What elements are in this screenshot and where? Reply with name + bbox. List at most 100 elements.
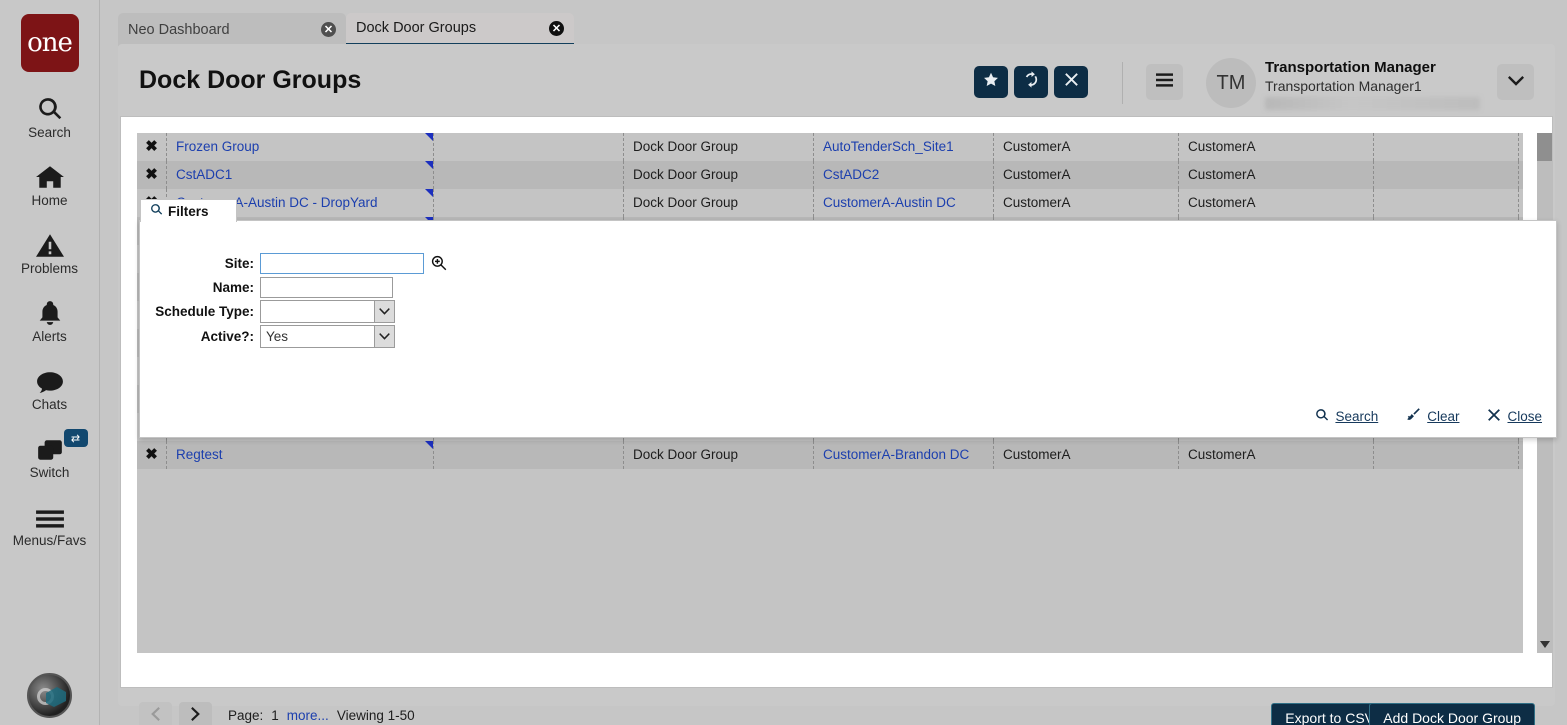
name-link[interactable]: Frozen Group: [176, 139, 259, 154]
filter-close-link[interactable]: Close: [1487, 408, 1542, 425]
user-menu-button[interactable]: [1497, 64, 1534, 100]
filters-tab[interactable]: Filters: [140, 199, 237, 222]
app-logo[interactable]: one: [21, 14, 79, 72]
cell-name: Frozen Group: [167, 133, 434, 161]
filter-search-link[interactable]: Search: [1315, 408, 1378, 425]
add-dock-door-group-button[interactable]: Add Dock Door Group: [1369, 703, 1535, 725]
next-page-button[interactable]: [179, 702, 212, 725]
filter-clear-link[interactable]: Clear: [1406, 407, 1459, 425]
site-link[interactable]: CstADC2: [823, 167, 879, 182]
filters-panel: Filters Site: Name: Schedule Type:: [139, 220, 1557, 438]
refresh-button[interactable]: [1014, 66, 1048, 98]
page-header: Dock Door Groups: [118, 44, 1555, 116]
site-link[interactable]: CustomerA-Austin DC: [823, 195, 956, 210]
cell-site: CustomerA-Brandon DC: [814, 441, 994, 469]
table-row[interactable]: ✖CustomerA-Austin DC - DropYardDock Door…: [137, 189, 1523, 217]
table-row[interactable]: ✖RegtestDock Door GroupCustomerA-Brandon…: [137, 441, 1523, 469]
rail-label: Home: [31, 193, 67, 208]
schedule-type-select[interactable]: [260, 300, 395, 323]
scroll-down-icon[interactable]: [1537, 636, 1552, 653]
table-row[interactable]: ✖CstADC1Dock Door GroupCstADC2CustomerAC…: [137, 161, 1523, 189]
rail-item-search[interactable]: Search: [0, 92, 100, 140]
tab-close-icon[interactable]: ✕: [549, 21, 564, 36]
ent1-text: CustomerA: [1003, 195, 1071, 210]
type-text: Dock Door Group: [633, 195, 738, 210]
tab-close-icon[interactable]: ✕: [321, 22, 336, 37]
header-menu-button[interactable]: [1146, 64, 1183, 100]
more-pages-link[interactable]: more...: [287, 708, 329, 723]
filter-clear-label: Clear: [1427, 409, 1459, 424]
delete-row-cell: ✖: [137, 441, 167, 469]
ent2-text: CustomerA: [1188, 195, 1256, 210]
favorite-button[interactable]: [974, 66, 1008, 98]
hamburger-icon: [35, 500, 65, 530]
tab-neo-dashboard[interactable]: Neo Dashboard ✕: [118, 13, 346, 46]
rail-label: Alerts: [32, 329, 67, 344]
pagination-info: Page: 1 more... Viewing 1-50: [228, 708, 415, 723]
rail-label: Menus/Favs: [13, 533, 87, 548]
active-select[interactable]: Yes: [260, 325, 395, 348]
user-subtitle: Transportation Manager1: [1265, 77, 1495, 96]
rail-item-problems[interactable]: Problems: [0, 228, 100, 276]
type-text: Dock Door Group: [633, 167, 738, 182]
avatar[interactable]: TM: [1206, 58, 1256, 108]
rail-item-chats[interactable]: Chats: [0, 364, 100, 412]
cell-site: CstADC2: [814, 161, 994, 189]
name-link[interactable]: CstADC1: [176, 167, 232, 182]
cell-ent1: CustomerA: [994, 133, 1179, 161]
ent2-text: CustomerA: [1188, 447, 1256, 462]
site-input[interactable]: [260, 253, 424, 274]
delete-row-icon[interactable]: ✖: [145, 446, 158, 463]
ent1-text: CustomerA: [1003, 139, 1071, 154]
site-link[interactable]: AutoTenderSch_Site1: [823, 139, 954, 154]
search-icon: [1315, 408, 1329, 425]
delete-row-icon[interactable]: ✖: [145, 166, 158, 183]
name-link[interactable]: Regtest: [176, 447, 223, 462]
previous-page-button[interactable]: [139, 702, 172, 725]
rail-item-home[interactable]: Home: [0, 160, 100, 208]
filter-actions: Search Clear Close: [1315, 407, 1542, 425]
filters-tab-label: Filters: [168, 204, 209, 219]
filter-row-name: Name:: [140, 276, 560, 298]
delete-row-icon[interactable]: ✖: [145, 138, 158, 155]
close-icon: [1064, 72, 1079, 92]
bell-icon: [38, 296, 62, 326]
viewing-range: Viewing 1-50: [337, 708, 415, 723]
tab-label: Dock Door Groups: [356, 20, 537, 36]
page-label: Page:: [228, 708, 263, 723]
app-root: one Search Home Problems Alerts: [0, 0, 1567, 725]
filter-label-site: Site:: [140, 256, 260, 271]
tab-dock-door-groups[interactable]: Dock Door Groups ✕: [346, 13, 574, 46]
close-button[interactable]: [1054, 66, 1088, 98]
header-divider: [1122, 62, 1123, 104]
cell-site: AutoTenderSch_Site1: [814, 133, 994, 161]
user-avatar-image[interactable]: [27, 673, 72, 718]
refresh-icon: [1023, 71, 1040, 93]
page-number: 1: [271, 708, 279, 723]
content-panel: ✖ Frozen Group Dock Door Group AutoTenderSc…: [120, 116, 1553, 688]
filter-search-label: Search: [1335, 409, 1378, 424]
site-lookup-icon[interactable]: [431, 255, 447, 271]
chevron-right-icon: [191, 707, 200, 725]
cell-num: [1374, 133, 1519, 161]
switch-badge-icon[interactable]: ⇄: [64, 429, 88, 447]
rail-item-menus-favs[interactable]: Menus/Favs: [0, 500, 100, 548]
rail-item-switch[interactable]: ⇄ Switch: [0, 432, 100, 480]
scrollbar-thumb[interactable]: [1537, 133, 1552, 161]
rail-label: Search: [28, 125, 71, 140]
cell-desc: [434, 189, 624, 217]
filter-row-active: Active?: Yes: [140, 325, 560, 347]
ent2-text: CustomerA: [1188, 139, 1256, 154]
filter-close-label: Close: [1507, 409, 1542, 424]
table-footer: Page: 1 more... Viewing 1-50 Export to C…: [120, 688, 1553, 725]
site-link[interactable]: CustomerA-Brandon DC: [823, 447, 969, 462]
cell-num: [1374, 441, 1519, 469]
type-text: Dock Door Group: [633, 139, 738, 154]
name-input[interactable]: [260, 277, 393, 298]
cell-desc: [434, 161, 624, 189]
cell-type: Dock Door Group: [624, 189, 814, 217]
table-row[interactable]: ✖ Frozen Group Dock Door Group AutoTenderSc…: [137, 133, 1523, 161]
rail-item-alerts[interactable]: Alerts: [0, 296, 100, 344]
cell-ent1: CustomerA: [994, 441, 1179, 469]
cell-marker-icon: [425, 161, 433, 169]
